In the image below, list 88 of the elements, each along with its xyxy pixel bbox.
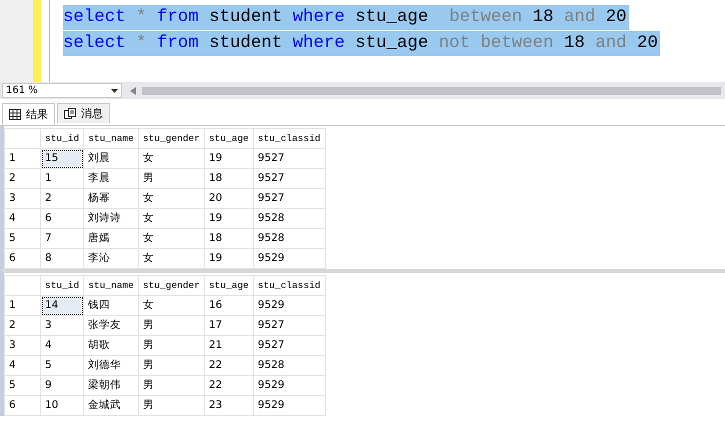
scroll-left-icon[interactable] (130, 86, 136, 94)
column-header: stu_gender (138, 276, 204, 296)
table-cell[interactable]: 19 (204, 208, 254, 228)
table-cell[interactable]: 9527 (253, 148, 326, 168)
table-cell[interactable]: 9529 (253, 248, 326, 268)
table-cell[interactable]: 唐嫣 (84, 228, 138, 248)
table-cell[interactable]: 9528 (253, 208, 326, 228)
table-cell[interactable]: 9529 (253, 376, 326, 396)
table-cell[interactable]: 女 (138, 296, 204, 316)
table-cell[interactable]: 女 (138, 228, 204, 248)
table-cell[interactable]: 1 (40, 168, 84, 188)
table-cell[interactable]: 胡歌 (84, 336, 138, 356)
table-cell[interactable]: 李沁 (84, 248, 138, 268)
table-cell[interactable]: 19 (204, 148, 254, 168)
table-cell[interactable]: 杨幂 (84, 188, 138, 208)
table-cell[interactable]: 17 (204, 316, 254, 336)
table-cell[interactable]: 女 (138, 188, 204, 208)
table-cell[interactable]: 10 (40, 396, 84, 416)
row-number: 5 (4, 376, 40, 396)
tab[interactable]: 消息 (57, 103, 110, 123)
table-cell[interactable]: 21 (204, 336, 254, 356)
table-cell[interactable]: 9527 (253, 168, 326, 188)
table-cell[interactable]: 男 (138, 376, 204, 396)
table-cell[interactable]: 男 (138, 336, 204, 356)
document-icon (64, 108, 76, 119)
grid-icon (9, 109, 21, 120)
table-cell[interactable]: 9 (40, 376, 84, 396)
table-cell[interactable]: 女 (138, 208, 204, 228)
row-number: 6 (4, 248, 40, 268)
table-cell[interactable]: 15 (40, 148, 84, 168)
table-cell[interactable]: 女 (138, 248, 204, 268)
row-number: 6 (4, 396, 40, 416)
column-header: stu_age (204, 276, 254, 296)
zoom-dropdown[interactable]: 161 % (2, 83, 122, 98)
table-cell[interactable]: 9527 (253, 316, 326, 336)
column-header: stu_classid (253, 276, 326, 296)
table-cell[interactable]: 男 (138, 396, 204, 416)
table-cell[interactable]: 6 (40, 208, 84, 228)
row-number: 2 (4, 168, 40, 188)
table-cell[interactable]: 16 (204, 296, 254, 316)
table-cell[interactable]: 18 (204, 168, 254, 188)
table-cell[interactable]: 9529 (253, 296, 326, 316)
table-cell[interactable]: 男 (138, 316, 204, 336)
table-cell[interactable]: 8 (40, 248, 84, 268)
table-cell[interactable]: 18 (204, 228, 254, 248)
table-cell[interactable]: 刘晨 (84, 148, 138, 168)
row-number: 3 (4, 336, 40, 356)
column-header: stu_age (204, 128, 254, 148)
table-cell[interactable]: 4 (40, 336, 84, 356)
table-cell[interactable]: 9528 (253, 228, 326, 248)
column-header: stu_name (84, 276, 138, 296)
table-cell[interactable]: 女 (138, 148, 204, 168)
table-cell[interactable]: 2 (40, 188, 84, 208)
table-cell[interactable]: 9529 (253, 396, 326, 416)
column-header: stu_id (40, 128, 84, 148)
table-cell[interactable]: 刘德华 (84, 356, 138, 376)
table-cell[interactable]: 3 (40, 316, 84, 336)
caret-icon (111, 88, 118, 92)
column-header: stu_name (84, 128, 138, 148)
table-cell[interactable]: 9527 (253, 188, 326, 208)
table-cell[interactable]: 19 (204, 248, 254, 268)
row-number: 3 (4, 188, 40, 208)
table-cell[interactable]: 23 (204, 396, 254, 416)
table-cell[interactable]: 钱四 (84, 296, 138, 316)
table-cell[interactable]: 梁朝伟 (84, 376, 138, 396)
scrollbar-thumb[interactable] (142, 86, 721, 94)
row-number: 5 (4, 228, 40, 248)
table-cell[interactable]: 男 (138, 168, 204, 188)
table-cell[interactable]: 22 (204, 356, 254, 376)
tab[interactable]: 结果 (2, 103, 55, 125)
table-cell[interactable]: 金城武 (84, 396, 138, 416)
table-cell[interactable]: 男 (138, 356, 204, 376)
row-number: 4 (4, 208, 40, 228)
column-header: stu_gender (138, 128, 204, 148)
table-cell[interactable]: 22 (204, 376, 254, 396)
table-cell[interactable]: 刘诗诗 (84, 208, 138, 228)
column-header: stu_classid (253, 128, 326, 148)
table-cell[interactable]: 20 (204, 188, 254, 208)
table-cell[interactable]: 5 (40, 356, 84, 376)
table-cell[interactable]: 李晨 (84, 168, 138, 188)
table-cell[interactable]: 7 (40, 228, 84, 248)
table-cell[interactable]: 9528 (253, 356, 326, 376)
column-header: stu_id (40, 276, 84, 296)
row-number: 2 (4, 316, 40, 336)
table-cell[interactable]: 张学友 (84, 316, 138, 336)
table-cell[interactable]: 14 (40, 296, 84, 316)
row-number: 4 (4, 356, 40, 376)
table-cell[interactable]: 9527 (253, 336, 326, 356)
